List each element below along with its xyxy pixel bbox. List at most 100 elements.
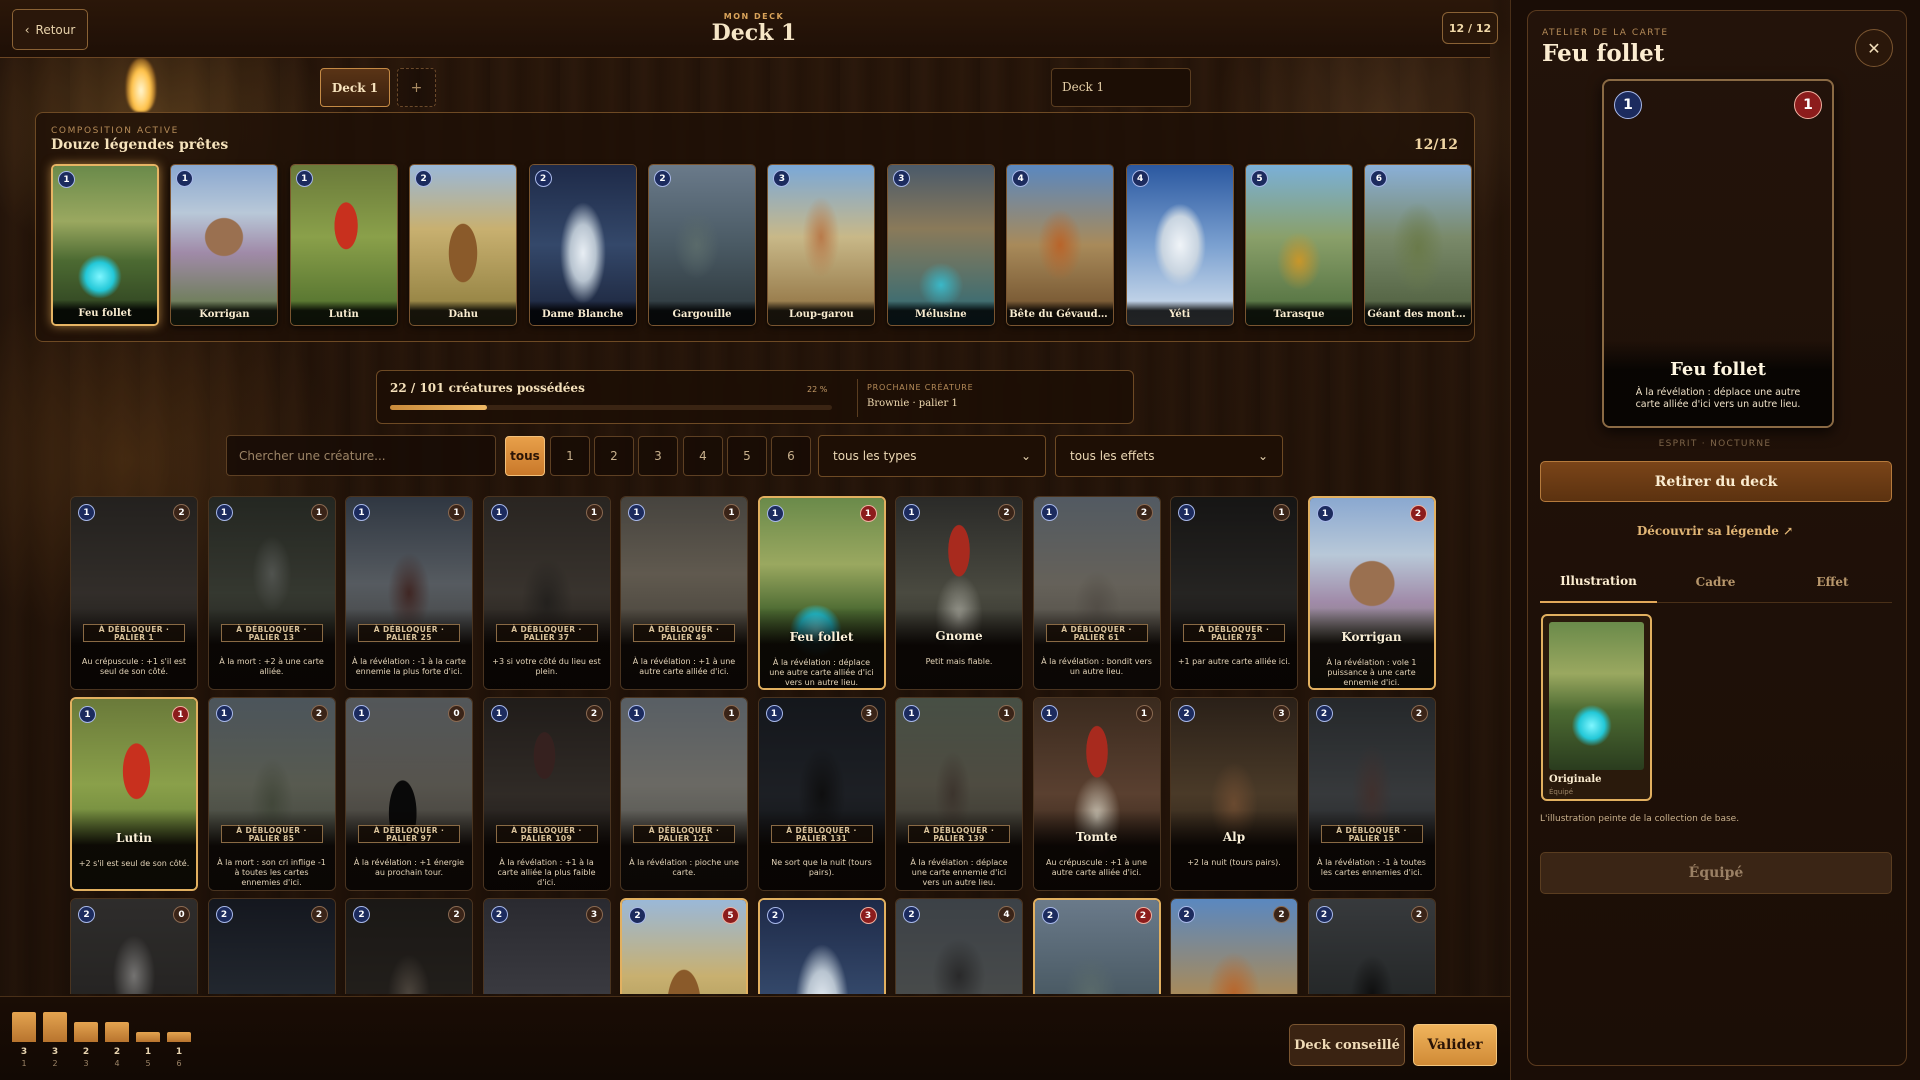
collection-card[interactable]: 22 bbox=[1170, 898, 1298, 994]
collection-card[interactable]: 24 bbox=[895, 898, 1023, 994]
power-badge: 4 bbox=[998, 906, 1015, 923]
collection-card[interactable]: Tomte Au crépuscule : +1 à une autre cart… bbox=[1032, 697, 1161, 891]
cost-badge: 1 bbox=[766, 505, 784, 522]
collection-card[interactable]: Gnome Petit mais fiable. 1 2 bbox=[895, 496, 1023, 690]
collection-card[interactable]: À DÉBLOQUER · PALIER 25 À la révélation :… bbox=[345, 496, 473, 690]
card-name: Korrigan bbox=[171, 301, 278, 325]
collection-card[interactable]: 23 bbox=[482, 898, 611, 994]
close-button[interactable]: ✕ bbox=[1855, 29, 1893, 67]
deck-card[interactable]: Géant des monta... 6 bbox=[1364, 164, 1473, 326]
variant-status: Équipé bbox=[1549, 788, 1573, 796]
cost-filter-3[interactable]: 3 bbox=[638, 436, 678, 476]
power-badge: 3 bbox=[860, 705, 878, 722]
cost-filter-5[interactable]: 5 bbox=[727, 436, 767, 476]
collection-card[interactable]: 22 bbox=[345, 898, 473, 994]
card-name: Géant des monta... bbox=[1365, 301, 1472, 325]
deck-card[interactable]: Tarasque 5 bbox=[1245, 164, 1353, 326]
validate-button[interactable]: Valider bbox=[1413, 1024, 1497, 1066]
tab-deck-1[interactable]: Deck 1 bbox=[320, 68, 390, 107]
card-name: Feu follet bbox=[1670, 359, 1766, 380]
variant-note: L'illustration peinte de la collection d… bbox=[1540, 814, 1740, 824]
collection-card[interactable]: À DÉBLOQUER · PALIER 97 À la révélation :… bbox=[345, 697, 473, 891]
collection-card[interactable]: À DÉBLOQUER · PALIER 1 Au crépuscule : +1… bbox=[70, 496, 198, 690]
unlock-banner: À DÉBLOQUER · PALIER 1 bbox=[83, 624, 185, 642]
collection-card[interactable]: Alp +2 la nuit (tours pairs). 2 3 bbox=[1170, 697, 1298, 891]
suggested-deck-button[interactable]: Deck conseillé bbox=[1289, 1024, 1405, 1066]
deck-card[interactable]: Yéti 4 bbox=[1125, 164, 1234, 326]
unlock-banner: À DÉBLOQUER · PALIER 139 bbox=[908, 825, 1010, 843]
collection-card[interactable]: Lutin +2 s'il est seul de son côté. 1 1 bbox=[70, 697, 198, 891]
unlock-banner: À DÉBLOQUER · PALIER 97 bbox=[358, 825, 460, 843]
cost-filter-4[interactable]: 4 bbox=[683, 436, 723, 476]
card-name: Dame Blanche bbox=[529, 301, 636, 325]
power-badge: 1 bbox=[585, 504, 603, 521]
collection-card[interactable]: 22 bbox=[1032, 898, 1161, 994]
collection-card[interactable]: À DÉBLOQUER · PALIER 37 +3 si votre côté … bbox=[482, 496, 611, 690]
curve-cost-label: 6 bbox=[176, 1059, 182, 1068]
card-effect: À la mort : son cri inflige -1 à toutes … bbox=[217, 858, 326, 887]
effect-select[interactable]: tous les effets ⌄ bbox=[1055, 435, 1283, 477]
power-badge: 1 bbox=[448, 504, 465, 521]
collection-card[interactable]: À DÉBLOQUER · PALIER 15 À la révélation :… bbox=[1307, 697, 1436, 891]
power-badge: 0 bbox=[173, 906, 190, 923]
variant-illustration bbox=[1549, 622, 1644, 770]
collection-card[interactable]: 22 bbox=[207, 898, 336, 994]
tab-cadre[interactable]: Cadre bbox=[1657, 561, 1774, 603]
deck-card[interactable]: Dahu 2 bbox=[409, 164, 518, 326]
curve-count: 1 bbox=[144, 1047, 152, 1057]
power-badge: 2 bbox=[448, 906, 465, 923]
card-effect: À la révélation : pioche une carte. bbox=[629, 858, 739, 877]
deck-card[interactable]: Gargouille 2 bbox=[648, 164, 756, 326]
card-effect: À la révélation : vole 1 puissance à une… bbox=[1326, 658, 1417, 687]
cost-badge: 2 bbox=[1178, 906, 1195, 923]
power-badge: 1 bbox=[172, 706, 189, 723]
search-input[interactable] bbox=[226, 435, 496, 476]
cost-filter-2[interactable]: 2 bbox=[594, 436, 634, 476]
cost-badge: 1 bbox=[1040, 705, 1058, 722]
card-effect: +2 s'il est seul de son côté. bbox=[78, 859, 190, 868]
cost-filter-6[interactable]: 6 bbox=[771, 436, 811, 476]
tab-illustration[interactable]: Illustration bbox=[1540, 561, 1657, 603]
collection-card[interactable]: À DÉBLOQUER · PALIER 13 À la mort : +2 à … bbox=[207, 496, 336, 690]
deck-card[interactable]: Bête du Gévaudan 4 bbox=[1006, 164, 1115, 326]
collection-card[interactable]: À DÉBLOQUER · PALIER 131 Ne sort que la n… bbox=[757, 697, 886, 891]
deck-card[interactable]: Feu follet 1 bbox=[51, 164, 159, 326]
power-badge: 2 bbox=[1409, 505, 1427, 522]
type-select[interactable]: tous les types ⌄ bbox=[818, 435, 1046, 477]
collection-card[interactable]: À DÉBLOQUER · PALIER 49 À la révélation :… bbox=[620, 496, 748, 690]
cost-filter-1[interactable]: 1 bbox=[550, 436, 590, 476]
deck-card[interactable]: Korrigan 1 bbox=[170, 164, 279, 326]
collection-card[interactable]: À DÉBLOQUER · PALIER 139 À la révélation … bbox=[895, 697, 1023, 891]
power-badge: 2 bbox=[310, 705, 328, 722]
illustration-variant[interactable]: Originale Équipé bbox=[1541, 614, 1652, 801]
unlock-banner: À DÉBLOQUER · PALIER 73 bbox=[1183, 624, 1285, 642]
type-select-value: tous les types bbox=[833, 449, 917, 463]
card-name: Lutin bbox=[290, 301, 397, 325]
collection-card[interactable]: À DÉBLOQUER · PALIER 109 À la révélation … bbox=[482, 697, 611, 891]
collection-card[interactable]: À DÉBLOQUER · PALIER 73 +1 par autre cart… bbox=[1170, 496, 1298, 690]
collection-card[interactable]: 20 bbox=[70, 898, 198, 994]
collection-card[interactable]: 23 bbox=[757, 898, 886, 994]
collection-card[interactable]: 22 bbox=[1307, 898, 1436, 994]
remove-from-deck-button[interactable]: Retirer du deck bbox=[1540, 461, 1892, 502]
cost-badge: 1 bbox=[1614, 91, 1642, 119]
deck-card[interactable]: Loup-garou 3 bbox=[767, 164, 876, 326]
collection-card[interactable]: À DÉBLOQUER · PALIER 121 À la révélation … bbox=[620, 697, 748, 891]
collection-card[interactable]: Feu follet À la révélation : déplace une … bbox=[757, 496, 886, 690]
cost-filter-all[interactable]: tous bbox=[505, 436, 545, 476]
legend-link[interactable]: Découvrir sa légende ↗ bbox=[1510, 524, 1920, 538]
equipped-button[interactable]: Équipé bbox=[1540, 852, 1892, 894]
collection-card[interactable]: À DÉBLOQUER · PALIER 61 À la révélation :… bbox=[1032, 496, 1161, 690]
unlock-banner: À DÉBLOQUER · PALIER 15 bbox=[1320, 825, 1423, 843]
deck-card[interactable]: Lutin 1 bbox=[289, 164, 398, 326]
deck-name-field[interactable]: Deck 1 bbox=[1051, 68, 1191, 107]
add-deck-button[interactable]: + bbox=[397, 68, 436, 107]
deck-card[interactable]: Dame Blanche 2 bbox=[528, 164, 637, 326]
tab-effet[interactable]: Effet bbox=[1774, 561, 1891, 603]
deck-card[interactable]: Mélusine 3 bbox=[886, 164, 995, 326]
power-badge: 2 bbox=[173, 504, 190, 521]
collection-card[interactable]: Korrigan À la révélation : vole 1 puissan… bbox=[1307, 496, 1436, 690]
collection-card[interactable]: À DÉBLOQUER · PALIER 85 À la mort : son c… bbox=[207, 697, 336, 891]
cost-badge: 2 bbox=[1178, 705, 1195, 722]
collection-card[interactable]: 25 bbox=[620, 898, 748, 994]
